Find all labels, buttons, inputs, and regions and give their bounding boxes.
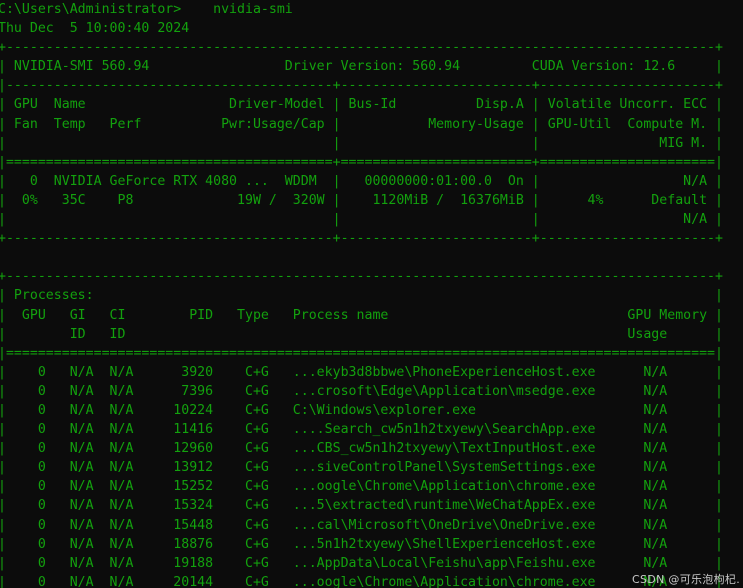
terminal-output[interactable]: C:\Users\Administrator> nvidia-smi Thu D… xyxy=(0,0,723,588)
terminal-window[interactable]: C:\Users\Administrator> nvidia-smi Thu D… xyxy=(0,0,743,588)
